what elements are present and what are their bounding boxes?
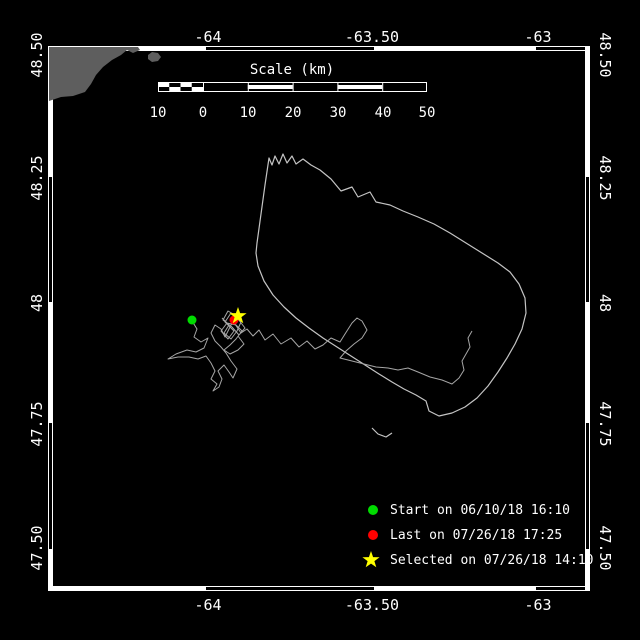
lon-label-bot-6350: -63.50 (345, 596, 399, 614)
scale-tick-40: 40 (375, 105, 392, 121)
lat-label-left-4775: 47.75 (28, 401, 46, 446)
latitude-axis-labels: 48.50 48.25 48 47.75 47.50 48.50 48.25 4… (28, 32, 614, 570)
legend-selected-label: Selected on 07/26/18 14:10 (390, 553, 594, 568)
legend-item-start: Start on 06/10/18 16:10 (368, 503, 570, 518)
scale-bar-title: Scale (km) (250, 62, 334, 78)
scale-bar: Scale (km) 10 0 10 20 30 40 50 (150, 62, 436, 121)
legend-item-selected: Selected on 07/26/18 14:10 (362, 551, 594, 568)
scale-tick-0: 0 (199, 105, 207, 121)
lat-label-right-4825: 48.25 (596, 155, 614, 200)
legend-start-label: Start on 06/10/18 16:10 (390, 503, 570, 518)
lon-label-bot-64: -64 (194, 596, 221, 614)
selected-star-icon (362, 551, 380, 568)
drifter-track[interactable] (167, 317, 473, 392)
lon-label-top-6350: -63.50 (345, 28, 399, 46)
lat-label-left-4825: 48.25 (28, 155, 46, 200)
coastline-island (255, 153, 527, 417)
lon-label-bot-63: -63 (524, 596, 551, 614)
scale-tick-30: 30 (330, 105, 347, 121)
lat-label-right-4775: 47.75 (596, 401, 614, 446)
lon-label-top-64: -64 (194, 28, 221, 46)
lat-label-left-48: 48 (28, 294, 46, 312)
scale-tick-10: 10 (240, 105, 257, 121)
map-canvas[interactable]: -64 -63.50 -63 -64 -63.50 -63 48.50 48.2… (0, 0, 640, 640)
lon-label-top-63: -63 (524, 28, 551, 46)
last-dot-icon (368, 530, 378, 540)
lat-label-right-48: 48 (596, 294, 614, 312)
legend-item-last: Last on 07/26/18 17:25 (368, 528, 562, 543)
lat-label-right-4850: 48.50 (596, 32, 614, 77)
start-marker[interactable] (187, 315, 197, 325)
lat-label-right-4750: 47.50 (596, 525, 614, 570)
scale-tick-50: 50 (419, 105, 436, 121)
legend: Start on 06/10/18 16:10 Last on 07/26/18… (362, 503, 594, 568)
scale-tick-10L: 10 (150, 105, 167, 121)
lat-label-left-4750: 47.50 (28, 525, 46, 570)
coastline-islet-arc (371, 427, 393, 438)
start-dot-icon (368, 505, 378, 515)
map-viewer-window: -64 -63.50 -63 -64 -63.50 -63 48.50 48.2… (0, 0, 640, 640)
legend-last-label: Last on 07/26/18 17:25 (390, 528, 562, 543)
lat-label-left-4850: 48.50 (28, 32, 46, 77)
landmass-northwest (49, 47, 140, 101)
scale-tick-20: 20 (285, 105, 302, 121)
landmass-islet (148, 52, 161, 62)
